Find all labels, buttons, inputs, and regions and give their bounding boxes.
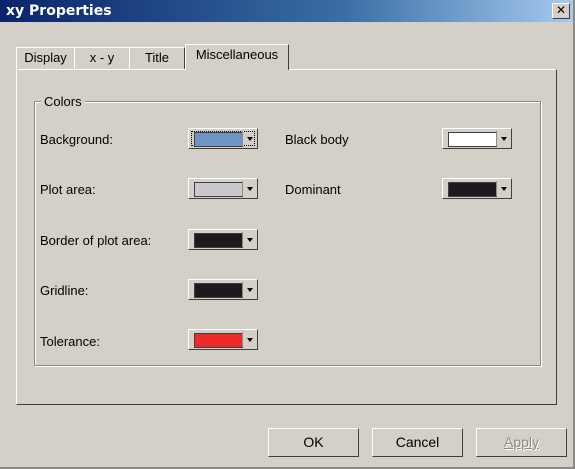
- border-of-plot-area-color-picker[interactable]: [188, 229, 258, 250]
- background-swatch: [194, 132, 243, 147]
- plot-area-label: Plot area:: [40, 182, 96, 197]
- close-icon[interactable]: ✕: [552, 3, 570, 19]
- gridline-color-picker[interactable]: [188, 279, 258, 300]
- dominant-label: Dominant: [285, 182, 341, 197]
- black-body-swatch: [448, 132, 497, 147]
- border-of-plot-area-label: Border of plot area:: [40, 233, 152, 248]
- chevron-down-icon[interactable]: [242, 232, 255, 247]
- gridline-label: Gridline:: [40, 283, 89, 298]
- cancel-button[interactable]: Cancel: [372, 428, 463, 457]
- tolerance-color-picker[interactable]: [188, 329, 258, 350]
- plot-area-color-picker[interactable]: [188, 178, 258, 199]
- tab-title[interactable]: Title: [129, 47, 185, 69]
- border-of-plot-area-swatch: [194, 233, 243, 248]
- chevron-down-icon[interactable]: [242, 332, 255, 347]
- tab-x-y[interactable]: x - y: [74, 47, 130, 69]
- background-label: Background:: [40, 132, 113, 147]
- properties-dialog: xy Properties ✕ Display x - y Title Misc…: [0, 0, 575, 469]
- chevron-down-icon[interactable]: [242, 181, 255, 196]
- dominant-swatch: [448, 182, 497, 197]
- tab-display[interactable]: Display: [16, 47, 75, 69]
- apply-button-label: Apply: [503, 434, 540, 450]
- background-color-picker[interactable]: [188, 128, 258, 149]
- black-body-label: Black body: [285, 132, 349, 147]
- window-title: xy Properties: [6, 3, 112, 19]
- plot-area-swatch: [194, 182, 243, 197]
- apply-button[interactable]: Apply: [476, 428, 567, 457]
- colors-group-title: Colors: [41, 94, 85, 109]
- tolerance-label: Tolerance:: [40, 334, 100, 349]
- chevron-down-icon[interactable]: [496, 181, 509, 196]
- miscellaneous-panel: Colors Background: Plot area: Border of …: [16, 69, 557, 405]
- dominant-color-picker[interactable]: [442, 178, 512, 199]
- title-bar[interactable]: xy Properties ✕: [0, 0, 573, 22]
- ok-button[interactable]: OK: [268, 428, 359, 457]
- chevron-down-icon[interactable]: [242, 131, 255, 146]
- chevron-down-icon[interactable]: [242, 282, 255, 297]
- chevron-down-icon[interactable]: [496, 131, 509, 146]
- tab-miscellaneous[interactable]: Miscellaneous: [185, 44, 289, 70]
- gridline-swatch: [194, 283, 243, 298]
- tolerance-swatch: [194, 333, 243, 348]
- black-body-color-picker[interactable]: [442, 128, 512, 149]
